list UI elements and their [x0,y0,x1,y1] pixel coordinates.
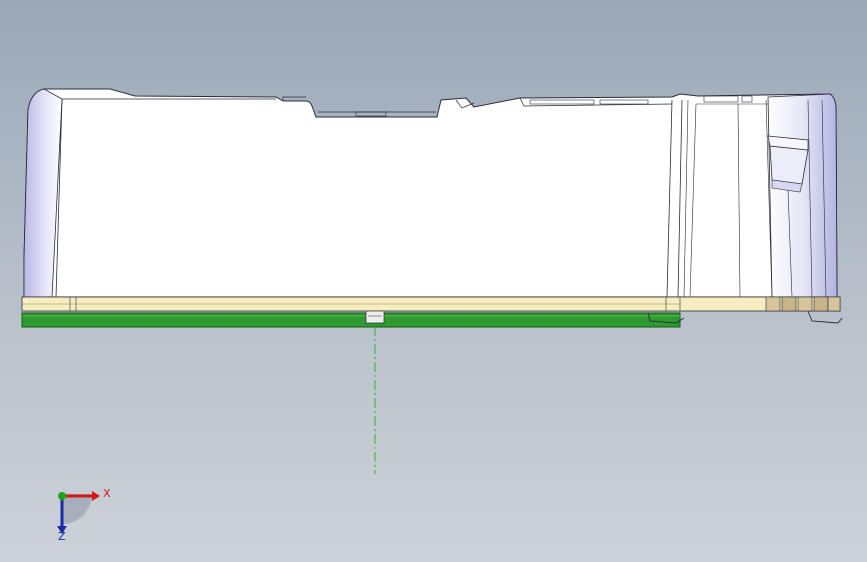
connector-housing-model[interactable] [0,0,867,562]
guide-rail [21,296,841,312]
z-axis-label: Z [58,530,66,543]
x-axis-label: X [103,487,111,500]
y-axis-dot [58,492,66,500]
circuit-board [21,310,681,328]
triad-shadow [62,494,92,524]
x-axis-arrowhead [92,491,100,501]
terminal-blocks [765,296,841,312]
cad-viewport[interactable]: X Z [0,0,867,562]
housing-body [23,88,838,298]
